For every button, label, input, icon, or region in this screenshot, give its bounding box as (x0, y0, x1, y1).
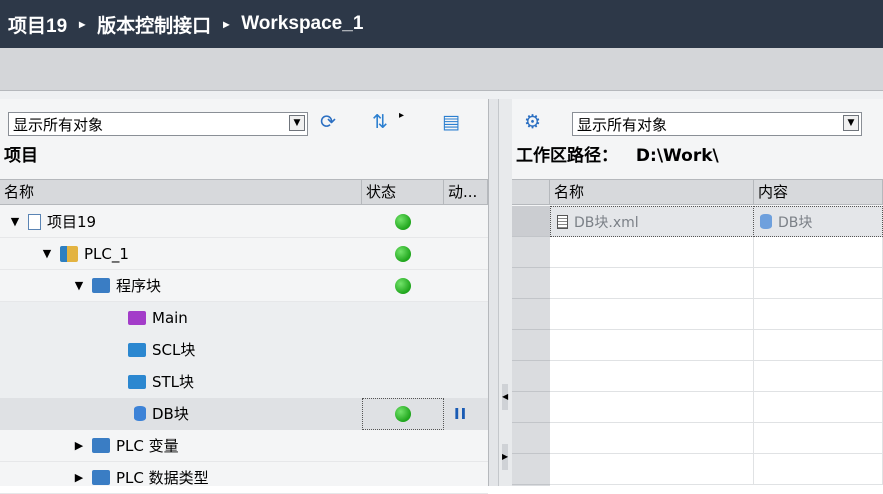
column-name[interactable]: 名称 (550, 180, 754, 204)
breadcrumb-project[interactable]: 项目19 (8, 11, 67, 38)
tree-row[interactable]: SCL块 (0, 333, 490, 366)
tree-label: 项目19 (47, 213, 97, 231)
workspace-path: 工作区路径： D:\Work\ (512, 145, 719, 167)
pause-icon[interactable]: II (454, 405, 467, 423)
tree-row[interactable]: ▼ 项目19 (0, 206, 488, 238)
breadcrumb-vcs[interactable]: 版本控制接口 (97, 11, 211, 38)
file-content-cell[interactable]: DB块 (754, 206, 883, 237)
collapse-left-icon[interactable]: ◀ (502, 384, 508, 410)
tree-row[interactable]: ▼ 程序块 (0, 270, 488, 302)
column-action[interactable]: 动... (444, 180, 488, 204)
tree-row[interactable]: STL块 (0, 365, 490, 398)
expand-right-icon[interactable]: ▶ (72, 439, 86, 452)
workspace-path-label: 工作区路径： (516, 146, 618, 166)
column-status[interactable]: 状态 (362, 180, 444, 204)
tree-label: STL块 (152, 373, 195, 391)
xml-file-icon (557, 214, 568, 229)
chevron-down-icon[interactable]: ▼ (289, 115, 305, 131)
sync-to-workspace-icon[interactable]: ⇅ (372, 110, 388, 134)
project-filter-value: 显示所有对象 (13, 115, 104, 134)
properties-icon[interactable]: ▤ (442, 110, 460, 134)
menu-arrow-icon[interactable]: ▸ (399, 104, 404, 128)
tree-label: SCL块 (152, 341, 196, 359)
tree-row[interactable]: ▼ PLC_1 (0, 238, 488, 270)
tree-row[interactable]: ▶ PLC 数据类型 (0, 462, 488, 494)
breadcrumb-separator-icon: ▸ (223, 17, 230, 31)
tree-label: PLC 数据类型 (116, 469, 209, 487)
tree-label: 程序块 (116, 277, 162, 295)
status-ok-icon (395, 213, 411, 230)
expand-right-icon[interactable]: ▶ (72, 471, 86, 484)
tree-header: 名称 状态 动... (0, 179, 488, 205)
expand-down-icon[interactable]: ▼ (72, 279, 86, 292)
workspace-path-value: D:\Work\ (635, 146, 719, 166)
workspace-grid: DB块.xml DB块 (512, 206, 883, 486)
column-name[interactable]: 名称 (0, 180, 362, 204)
breadcrumb-separator-icon: ▸ (79, 17, 86, 31)
status-ok-icon (395, 245, 411, 262)
expand-down-icon[interactable]: ▼ (40, 247, 54, 260)
pane-title: 项目 (4, 146, 38, 166)
status-ok-icon (395, 277, 411, 294)
project-filter-select[interactable]: 显示所有对象 ▼ (8, 112, 308, 136)
workspace-filter-value: 显示所有对象 (577, 115, 668, 134)
toolbar-gap (0, 91, 883, 99)
ob-block-icon (128, 310, 146, 325)
table-row[interactable]: DB块.xml DB块 (550, 206, 883, 237)
tree-label: Main (152, 308, 188, 327)
status-ok-icon (395, 405, 411, 422)
tree-row[interactable]: DB块 II (0, 397, 496, 430)
column-content[interactable]: 内容 (754, 180, 883, 204)
tree-label: PLC 变量 (116, 437, 179, 455)
program-blocks-folder-icon (92, 278, 110, 293)
db-block-icon (134, 406, 146, 421)
fb-block-icon (128, 342, 146, 357)
breadcrumb-workspace[interactable]: Workspace_1 (241, 13, 363, 35)
expand-down-icon[interactable]: ▼ (8, 215, 22, 228)
chevron-down-icon[interactable]: ▼ (843, 115, 859, 131)
tree-row[interactable]: ▶ PLC 变量 (0, 430, 488, 462)
fb-block-icon (128, 374, 146, 389)
workspace-header: 名称 内容 (512, 179, 883, 205)
workspace-filter-select[interactable]: 显示所有对象 ▼ (572, 112, 862, 136)
db-block-icon (760, 214, 772, 229)
breadcrumb: 项目19 ▸ 版本控制接口 ▸ Workspace_1 (0, 0, 883, 48)
file-name-cell[interactable]: DB块.xml (550, 206, 754, 237)
file-name: DB块.xml (574, 214, 639, 231)
project-icon (28, 213, 41, 230)
file-content: DB块 (778, 214, 813, 231)
tree-label: PLC_1 (84, 244, 129, 263)
collapse-right-icon[interactable]: ▶ (502, 444, 508, 470)
plc-datatypes-folder-icon (92, 470, 110, 485)
refresh-icon[interactable]: ⟳ (320, 110, 336, 134)
plc-tags-folder-icon (92, 438, 110, 453)
plc-icon (60, 245, 78, 262)
tree-row[interactable]: Main (0, 301, 490, 334)
workspace-settings-icon[interactable]: ⚙ (524, 110, 541, 134)
tree-label: DB块 (152, 405, 189, 423)
toolbar-strip (0, 48, 883, 91)
